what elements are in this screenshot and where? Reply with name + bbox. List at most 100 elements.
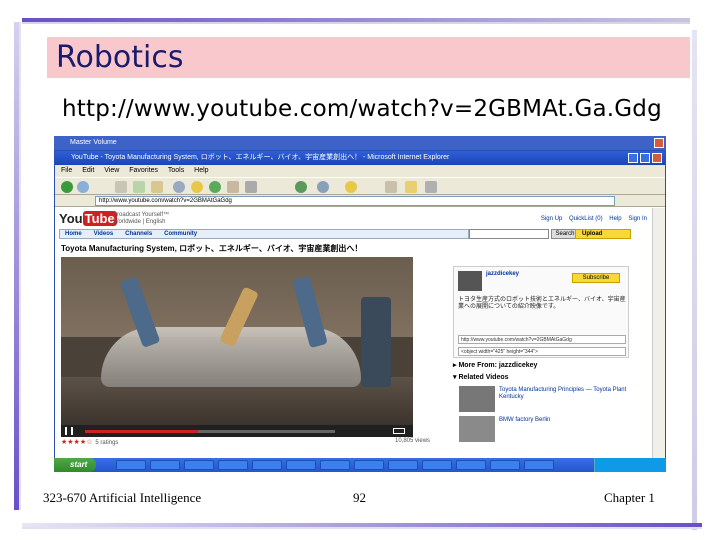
channel-info-box: jazzdicekey Subscribe トヨタ生産方式のロボット技術とエネル… [453,266,629,358]
rating[interactable]: ★★★★☆ 5 ratings [61,438,118,446]
youtube-nav: Home Videos Channels Community [59,229,469,239]
print-icon[interactable] [245,181,257,193]
related-video-item[interactable]: Toyota Manufacturing Principles — Toyota… [459,386,629,414]
account-links: Sign Up QuickList (0) Help Sign In [536,216,647,222]
browser-window: YouTube - Toyota Manufacturing System, ロ… [54,150,666,459]
close-icon[interactable] [654,138,664,148]
fullscreen-icon[interactable] [393,428,405,434]
embed-field[interactable]: <object width="425" height="344"> [458,347,626,356]
browser-toolbar [55,177,665,195]
help-link[interactable]: Help [609,216,621,222]
menu-file[interactable]: File [61,167,72,174]
vertical-scrollbar[interactable] [652,208,665,459]
tagline-1: Broadcast Yourself™ [113,212,170,218]
url-field[interactable]: http://www.youtube.com/watch?v=2GBMAtGaG… [458,335,626,344]
taskbar-item[interactable] [524,460,554,470]
logo-you: You [59,211,83,226]
bottom-accent-bar-light [22,527,702,529]
menu-view[interactable]: View [104,167,119,174]
history-icon[interactable] [209,181,221,193]
maximize-icon[interactable] [640,153,650,163]
rating-stars: ★★★★☆ [61,439,93,446]
system-tray[interactable] [594,458,666,472]
search-input[interactable] [469,229,549,239]
video-title: Toyota Manufacturing System, ロボット、エネルギー、… [61,244,363,253]
more-from-link[interactable]: ▸ More From: jazzdicekey [453,361,537,369]
menu-favorites[interactable]: Favorites [129,167,158,174]
more-from-label: More From: jazzdicekey [458,362,538,369]
footer-page-number: 92 [353,490,366,505]
stop-icon[interactable] [115,181,127,193]
menu-tools[interactable]: Tools [168,167,184,174]
home-icon[interactable] [151,181,163,193]
browser-title: YouTube - Toyota Manufacturing System, ロ… [71,154,450,161]
related-videos-header[interactable]: ▾ Related Videos [453,373,509,381]
nav-community[interactable]: Community [159,230,202,239]
rating-count: 5 ratings [95,440,119,446]
right-accent-bar [692,30,697,530]
refresh-icon[interactable] [133,181,145,193]
video-player[interactable] [61,257,413,425]
close-icon[interactable] [652,153,662,163]
folder-icon[interactable] [405,181,417,193]
taskbar-item[interactable] [354,460,384,470]
nav-home[interactable]: Home [60,230,87,239]
upload-button[interactable]: Upload [575,229,631,239]
taskbar-item[interactable] [218,460,248,470]
channel-avatar[interactable] [458,271,482,291]
top-accent-bar-light [22,22,690,24]
taskbar-item[interactable] [490,460,520,470]
taskbar-item[interactable] [320,460,350,470]
signin-link[interactable]: Sign In [628,216,647,222]
pause-icon[interactable] [65,427,73,435]
signup-link[interactable]: Sign Up [541,216,562,222]
taskbar-item[interactable] [422,460,452,470]
nav-videos[interactable]: Videos [89,230,119,239]
tools-icon[interactable] [425,181,437,193]
taskbar-item[interactable] [116,460,146,470]
youtube-page: You Tube Broadcast Yourself™ Worldwide | … [55,208,653,459]
favorites-icon[interactable] [191,181,203,193]
address-bar: http://www.youtube.com/watch?v=2GBMAtGaG… [55,195,665,207]
taskbar-item[interactable] [252,460,282,470]
quicklist-link[interactable]: QuickList (0) [569,216,603,222]
related-thumbnail [459,386,495,412]
tagline-2[interactable]: Worldwide | English [113,219,169,226]
logo-tube: Tube [82,211,117,226]
related-thumbnail [459,416,495,442]
star-icon[interactable] [345,181,357,193]
video-description: トヨタ生産方式のロボット技術とエネルギー、バイオ、宇宙産業への展開についての紹介… [458,297,626,310]
address-input[interactable]: http://www.youtube.com/watch?v=2GBMAtGaG… [95,196,615,206]
taskbar-item[interactable] [286,460,316,470]
related-video-item[interactable]: BMW factory Berlin [459,416,629,444]
folder-icon[interactable] [385,181,397,193]
taskbar-item[interactable] [184,460,214,470]
menu-edit[interactable]: Edit [82,167,94,174]
video-url-link[interactable]: http://www.youtube.com/watch?v=2GBMAt.Ga… [62,96,662,122]
left-accent-bar-light [19,22,21,510]
youtube-tagline: Broadcast Yourself™ Worldwide | English [113,212,169,226]
title-box: Robotics [47,37,690,78]
search-icon[interactable] [173,181,185,193]
taskbar-item[interactable] [456,460,486,470]
minimize-icon[interactable] [628,153,638,163]
nav-channels[interactable]: Channels [120,230,157,239]
subscribe-button[interactable]: Subscribe [572,273,620,283]
channel-name[interactable]: jazzdicekey [486,271,519,277]
taskbar-item[interactable] [150,460,180,470]
youtube-logo[interactable]: You Tube [59,211,117,226]
back-icon[interactable] [61,181,73,193]
browser-titlebar: YouTube - Toyota Manufacturing System, ロ… [55,151,665,165]
forward-icon[interactable] [77,181,89,193]
search-icon[interactable] [317,181,329,193]
related-label: Related Videos [458,374,509,381]
progress-bar[interactable] [85,430,335,433]
mail-icon[interactable] [227,181,239,193]
video-controls [61,425,413,437]
start-button[interactable]: start [54,458,96,472]
slide-title: Robotics [56,40,184,75]
menu-help[interactable]: Help [194,167,208,174]
taskbar-item[interactable] [388,460,418,470]
outer-window-title: Master Volume [70,139,117,146]
green-arrow-icon[interactable] [295,181,307,193]
